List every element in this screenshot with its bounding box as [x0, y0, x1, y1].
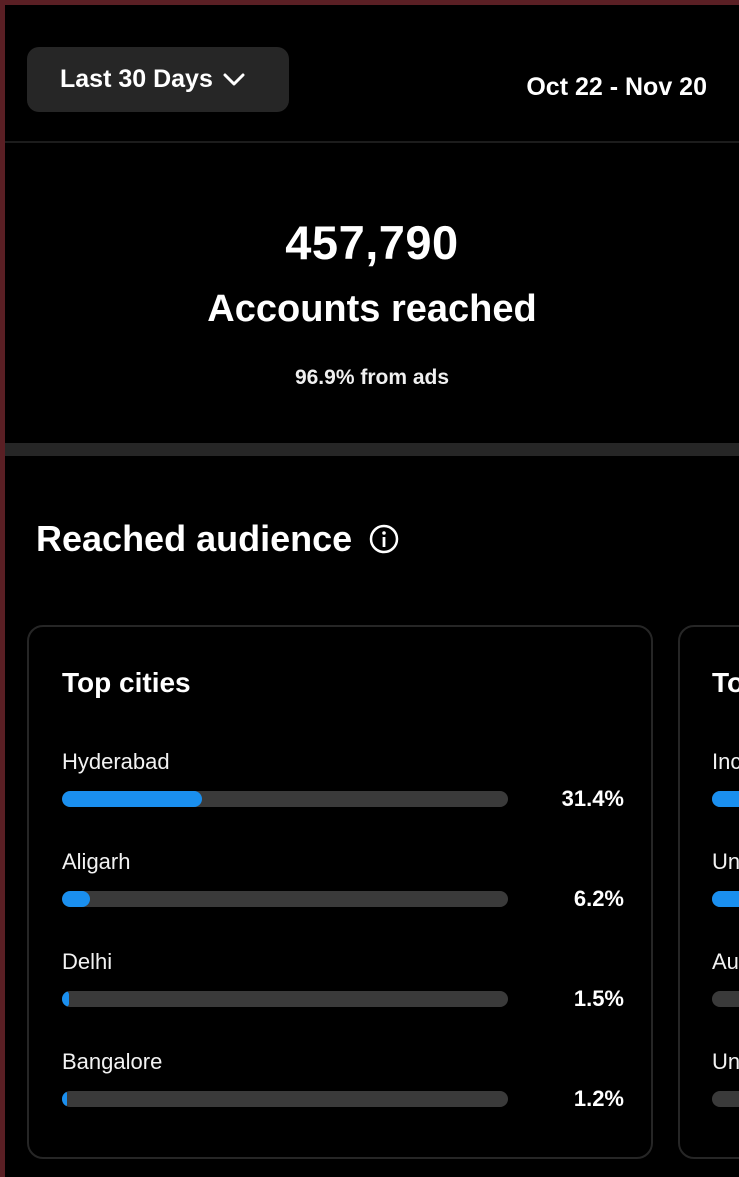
progress-track	[62, 1091, 508, 1107]
country-name: Inc	[712, 749, 739, 774]
country-name: Un	[712, 849, 739, 874]
city-name: Aligarh	[62, 849, 131, 874]
section-divider	[5, 443, 739, 456]
progress-track	[712, 991, 739, 1007]
progress-track	[62, 991, 508, 1007]
chevron-down-icon	[223, 73, 245, 87]
city-row: Delhi 1.5%	[62, 949, 632, 1039]
city-percentage: 31.4%	[561, 786, 624, 811]
progress-track	[62, 791, 508, 807]
progress-fill	[712, 791, 739, 807]
city-name: Delhi	[62, 949, 113, 974]
city-row: Hyderabad 31.4%	[62, 749, 632, 839]
city-percentage: 6.2%	[573, 886, 624, 911]
top-countries-card[interactable]: To Inc Un Au Un	[678, 625, 739, 1159]
accounts-reached-label: Accounts reached	[207, 288, 537, 330]
progress-track	[712, 891, 739, 907]
screen: Last 30 Days Oct 22 - Nov 20 457,790 Acc…	[5, 5, 739, 1177]
date-filter-dropdown[interactable]: Last 30 Days	[27, 47, 289, 112]
city-percentage: 1.2%	[573, 1086, 624, 1111]
progress-track	[712, 791, 739, 807]
country-name: Au	[712, 949, 739, 974]
progress-track	[712, 1091, 739, 1107]
top-cities-card: Top cities Hyderabad 31.4% Aligarh 6.2% …	[27, 625, 653, 1159]
from-ads-percentage: 96.9% from ads	[294, 366, 450, 389]
progress-fill	[712, 891, 739, 907]
progress-fill	[62, 991, 69, 1007]
city-row: Aligarh 6.2%	[62, 849, 632, 939]
progress-fill	[62, 891, 90, 907]
progress-fill	[62, 1091, 68, 1107]
progress-fill	[62, 791, 203, 807]
progress-track	[62, 891, 508, 907]
reached-audience-title: Reached audience	[36, 518, 353, 559]
card-title: Top cities	[62, 667, 191, 698]
divider	[5, 141, 739, 143]
section-title: Reached audience	[36, 518, 400, 560]
city-percentage: 1.5%	[573, 986, 624, 1011]
country-name: Un	[712, 1049, 739, 1074]
city-name: Bangalore	[62, 1049, 163, 1074]
info-icon[interactable]	[368, 523, 400, 555]
city-row: Bangalore 1.2%	[62, 1049, 632, 1139]
card-title: To	[712, 667, 739, 698]
city-name: Hyderabad	[62, 749, 170, 774]
accounts-reached-value: 457,790	[285, 216, 459, 269]
date-range: Oct 22 - Nov 20	[526, 73, 707, 101]
date-filter-label: Last 30 Days	[60, 65, 213, 93]
